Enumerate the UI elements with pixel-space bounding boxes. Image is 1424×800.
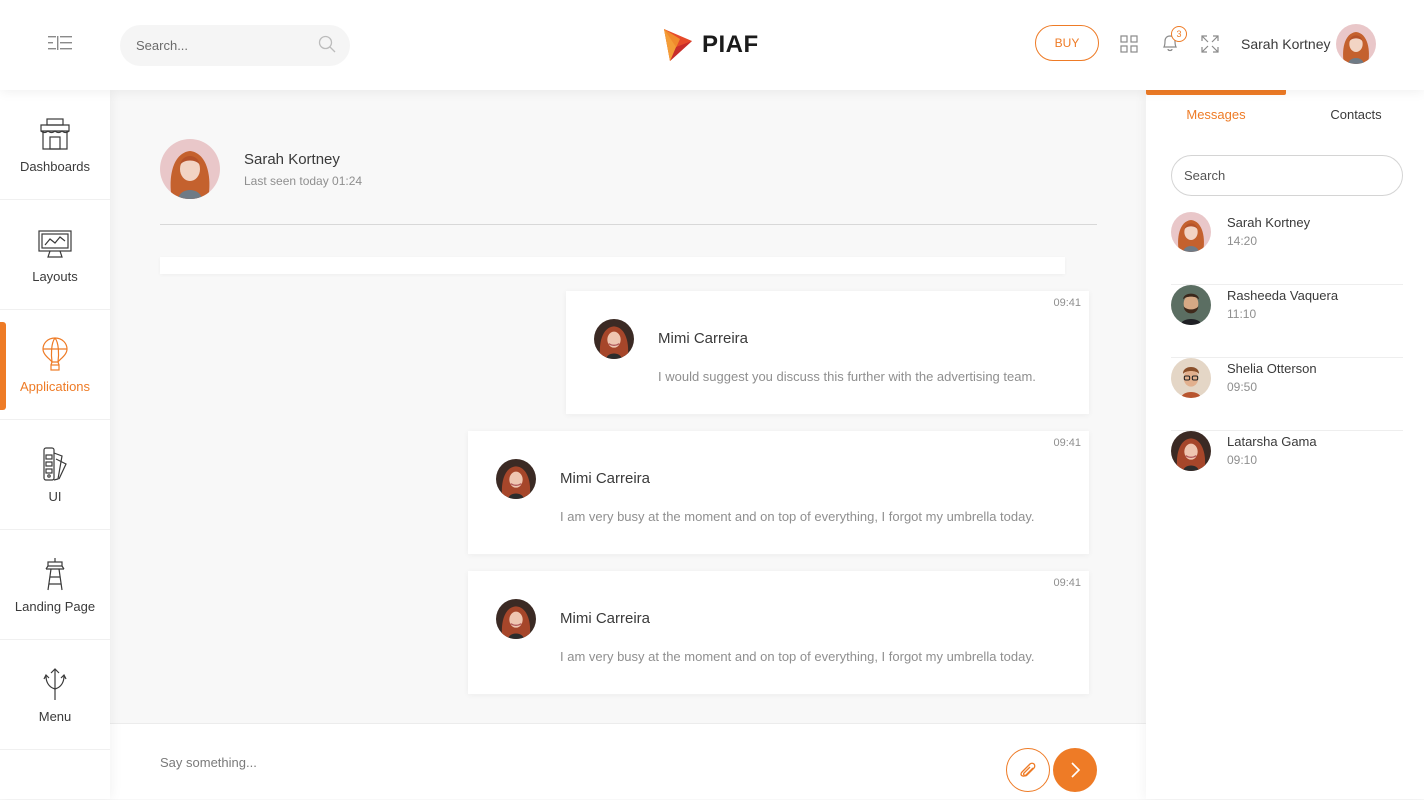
- message-card: 09:41 Mimi Carreira I am very busy at th…: [468, 431, 1089, 554]
- chat-area: Sarah Kortney Last seen today 01:24 09:4…: [110, 90, 1146, 800]
- sidebar-item-layouts[interactable]: Layouts: [0, 200, 110, 310]
- tab-contacts[interactable]: Contacts: [1286, 90, 1424, 134]
- chat-contact-avatar[interactable]: [160, 139, 220, 199]
- contact-list-item[interactable]: Latarsha Gama 09:10: [1171, 431, 1403, 504]
- brand-name: PIAF: [702, 31, 759, 58]
- message-sender-name: Mimi Carreira: [658, 330, 748, 347]
- contact-avatar: [1171, 285, 1211, 325]
- contact-list-item[interactable]: Shelia Otterson 09:50: [1171, 358, 1403, 431]
- send-button[interactable]: [1053, 748, 1097, 792]
- header-search-input[interactable]: [136, 25, 306, 66]
- chat-contact-name[interactable]: Sarah Kortney: [244, 151, 340, 168]
- chat-side-panel: Messages Contacts Sarah Kortney 14:20 Ra…: [1146, 90, 1424, 799]
- sidebar-item-applications[interactable]: Applications: [0, 310, 110, 420]
- sidebar-item-dashboards[interactable]: Dashboards: [0, 90, 110, 200]
- message-time: 09:41: [1053, 577, 1081, 589]
- contact-name: Latarsha Gama: [1227, 434, 1317, 449]
- tower-icon: [43, 555, 67, 593]
- sidebar-item-menu[interactable]: Menu: [0, 640, 110, 750]
- chat-header: Sarah Kortney Last seen today 01:24: [160, 139, 1097, 225]
- chevron-right-icon: [1071, 762, 1081, 778]
- contact-time: 11:10: [1227, 307, 1257, 321]
- header-search: [120, 25, 350, 66]
- menu-toggle-icon[interactable]: [48, 36, 72, 50]
- top-navbar: PIAF BUY 3 Sarah Kortney: [0, 0, 1424, 90]
- main-sidebar: Dashboards Layouts Applications UI Landi…: [0, 90, 110, 799]
- message-sender-avatar: [496, 459, 536, 499]
- message-input[interactable]: [160, 724, 960, 800]
- contact-time: 09:50: [1227, 380, 1258, 394]
- message-time: 09:41: [1053, 297, 1081, 309]
- message-card-partial: [160, 257, 1065, 274]
- brand-logo[interactable]: PIAF: [662, 27, 759, 63]
- contact-avatar: [1171, 431, 1211, 471]
- attach-button[interactable]: [1006, 748, 1050, 792]
- contact-time: 09:10: [1227, 453, 1258, 467]
- sidebar-item-label: Layouts: [32, 269, 78, 284]
- message-card: 09:41 Mimi Carreira I would suggest you …: [566, 291, 1089, 414]
- header-user-name[interactable]: Sarah Kortney: [1241, 36, 1331, 52]
- chat-last-seen: Last seen today 01:24: [244, 174, 363, 188]
- sidebar-item-label: Applications: [19, 379, 91, 394]
- sidebar-item-label: Menu: [38, 709, 72, 724]
- sidebar-item-label: Dashboards: [19, 159, 91, 174]
- message-sender-avatar: [594, 319, 634, 359]
- header-user-avatar[interactable]: [1336, 24, 1376, 64]
- contact-avatar: [1171, 358, 1211, 398]
- search-icon[interactable]: [318, 35, 336, 58]
- monitor-chart-icon: [38, 225, 72, 263]
- message-text: I would suggest you discuss this further…: [658, 369, 1036, 384]
- shop-icon: [38, 115, 72, 153]
- message-sender-name: Mimi Carreira: [560, 610, 650, 627]
- piaf-logo-icon: [664, 29, 692, 61]
- contact-name: Sarah Kortney: [1227, 215, 1311, 230]
- message-time: 09:41: [1053, 437, 1081, 449]
- message-sender-avatar: [496, 599, 536, 639]
- message-card: 09:41 Mimi Carreira I am very busy at th…: [468, 571, 1089, 694]
- message-composer: [110, 723, 1146, 800]
- message-text: I am very busy at the moment and on top …: [560, 509, 1035, 524]
- air-balloon-icon: [41, 335, 69, 373]
- paperclip-icon: [1020, 762, 1036, 777]
- side-panel-tabs: Messages Contacts: [1146, 90, 1424, 134]
- message-text: I am very busy at the moment and on top …: [560, 649, 1035, 664]
- contact-time: 14:20: [1227, 234, 1258, 248]
- contact-avatar: [1171, 212, 1211, 252]
- contacts-search-input[interactable]: [1171, 155, 1403, 196]
- pantone-icon: [42, 445, 68, 483]
- contact-name: Shelia Otterson: [1227, 361, 1317, 376]
- message-sender-name: Mimi Carreira: [560, 470, 650, 487]
- notifications-button[interactable]: 3: [1161, 26, 1187, 58]
- apps-grid-icon[interactable]: [1120, 35, 1138, 58]
- sidebar-item-landing-page[interactable]: Landing Page: [0, 530, 110, 640]
- fullscreen-icon[interactable]: [1201, 35, 1219, 58]
- contact-list-item[interactable]: Sarah Kortney 14:20: [1171, 212, 1403, 285]
- sidebar-item-label: Landing Page: [14, 599, 96, 614]
- notification-badge: 3: [1171, 26, 1187, 42]
- buy-button[interactable]: BUY: [1035, 25, 1099, 61]
- contact-list-item[interactable]: Rasheeda Vaquera 11:10: [1171, 285, 1403, 358]
- sidebar-item-label: UI: [48, 489, 62, 504]
- tab-messages[interactable]: Messages: [1146, 90, 1286, 134]
- three-arrows-icon: [43, 665, 67, 703]
- sidebar-item-ui[interactable]: UI: [0, 420, 110, 530]
- contact-name: Rasheeda Vaquera: [1227, 288, 1339, 303]
